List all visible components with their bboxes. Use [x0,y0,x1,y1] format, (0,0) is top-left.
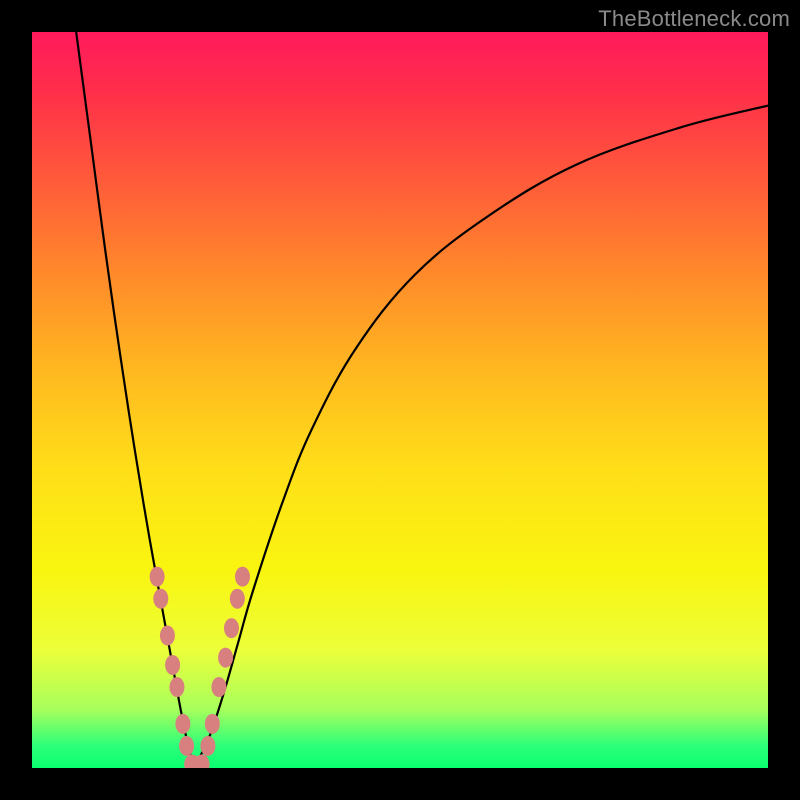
data-marker [211,677,226,697]
data-marker [169,677,184,697]
series-right-arm [194,106,768,768]
data-marker [230,589,245,609]
data-marker [160,626,175,646]
data-marker [218,648,233,668]
data-marker [179,736,194,756]
data-marker [165,655,180,675]
data-marker [175,714,190,734]
data-marker [153,589,168,609]
data-marker [235,567,250,587]
data-marker [205,714,220,734]
watermark-text: TheBottleneck.com [598,6,790,32]
markers-group [150,567,250,768]
data-marker [200,736,215,756]
chart-frame: TheBottleneck.com [0,0,800,800]
plot-area [32,32,768,768]
data-marker [224,618,239,638]
chart-svg [32,32,768,768]
data-marker [150,567,165,587]
